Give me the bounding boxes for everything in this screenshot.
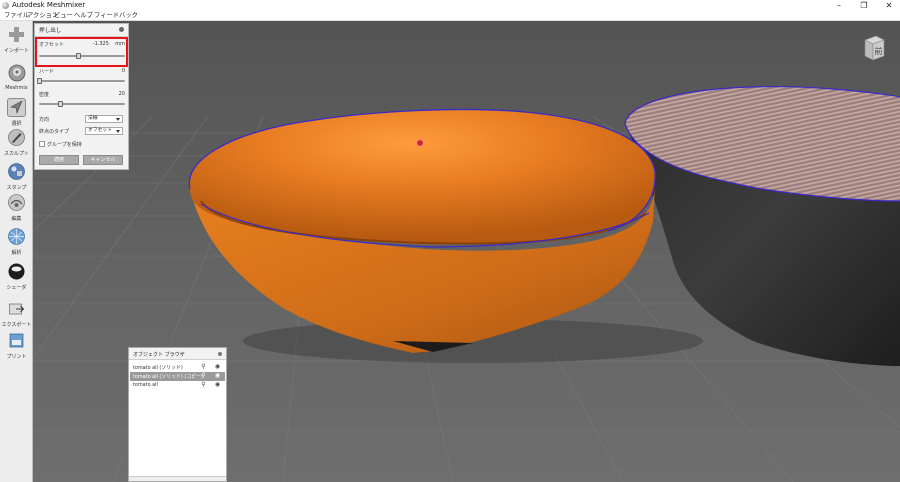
sculpt-brush-icon: [7, 128, 26, 147]
density-label: 密度: [39, 92, 50, 98]
density-row: 密度 20: [39, 91, 125, 101]
tool-select-label: 選択: [11, 121, 22, 127]
harden-slider[interactable]: [37, 78, 125, 84]
object-browser-footer: [129, 476, 226, 481]
main-toolbar: インポート Meshmix 選択 スカルプト スタンプ 編集 解析 シェーダ エ…: [0, 21, 33, 482]
cancel-button[interactable]: キャンセル: [83, 155, 123, 165]
tool-meshmix-label: Meshmix: [5, 85, 28, 91]
object-browser-header: オブジェクト ブラウザ: [129, 348, 226, 360]
density-slider[interactable]: [39, 101, 125, 107]
tool-export[interactable]: エクスポート: [0, 299, 33, 335]
lock-icon[interactable]: ⚲: [200, 364, 207, 370]
menu-bar: ファイル アクション ビュー ヘルプ フィードバック: [0, 11, 900, 21]
preserve-group-label: グループを保持: [47, 142, 82, 148]
import-plus-icon: [7, 25, 26, 44]
analysis-icon: [7, 227, 26, 246]
select-cursor-icon: [7, 98, 26, 117]
view-cube-face-label: 前: [875, 46, 883, 56]
visibility-eye-icon[interactable]: ◉: [214, 364, 221, 370]
tool-export-label: エクスポート: [1, 322, 32, 328]
close-panel-icon[interactable]: [119, 27, 124, 32]
direction-dropdown[interactable]: 法線: [85, 115, 123, 123]
object-browser: オブジェクト ブラウザ tomato all (ソリッド) ⚲ ◉ tomato…: [128, 347, 227, 482]
object-name: tomato all (ソリッド) (コピー): [133, 374, 203, 380]
view-cube[interactable]: 前: [862, 34, 886, 62]
lock-icon[interactable]: ⚲: [200, 382, 207, 388]
preserve-group-row: グループを保持: [47, 141, 117, 151]
export-icon: [7, 299, 26, 318]
tool-shader[interactable]: シェーダ: [0, 262, 33, 298]
maximize-button[interactable]: ❐: [853, 0, 875, 11]
tool-sculpt-label: スカルプト: [3, 151, 29, 157]
chevron-down-icon: [116, 118, 120, 121]
minimize-button[interactable]: –: [828, 0, 850, 11]
apply-button[interactable]: 適用: [39, 155, 79, 165]
extrude-panel-title: 押し出し: [39, 28, 62, 34]
tool-meshmix[interactable]: Meshmix: [0, 63, 33, 99]
brush-cursor: [416, 139, 424, 147]
tool-analysis[interactable]: 解析: [0, 227, 33, 263]
harden-label: ハード: [39, 69, 55, 75]
density-value[interactable]: 20: [119, 91, 125, 97]
tool-shader-label: シェーダ: [6, 285, 27, 291]
visibility-eye-icon[interactable]: ◉: [214, 382, 221, 388]
object-name: tomato all: [133, 382, 158, 388]
object-row[interactable]: tomato all (ソリッド) ⚲ ◉: [130, 363, 225, 372]
offset-highlight-box: [35, 37, 128, 67]
app-logo-icon: [2, 2, 9, 9]
window-title: Autodesk Meshmixer: [12, 1, 86, 9]
harden-value[interactable]: 0: [122, 68, 125, 74]
visibility-eye-icon[interactable]: ◉: [214, 373, 221, 379]
meshmix-sphere-icon: [7, 63, 26, 82]
stamp-icon: [7, 162, 26, 181]
tool-print-label: プリント: [6, 354, 27, 360]
close-browser-icon[interactable]: [218, 352, 222, 356]
object-browser-title: オブジェクト ブラウザ: [133, 352, 185, 358]
shader-icon: [7, 262, 26, 281]
object-name: tomato all (ソリッド): [133, 365, 183, 371]
end-type-dropdown[interactable]: オフセット: [85, 127, 123, 135]
tool-edit[interactable]: 編集: [0, 193, 33, 229]
title-bar: Autodesk Meshmixer – ❐ ✕: [0, 0, 900, 11]
tool-import-label: インポート: [3, 48, 29, 54]
menu-file[interactable]: ファイル: [4, 11, 29, 21]
density-slider-handle[interactable]: [57, 101, 63, 107]
menu-feedback[interactable]: フィードバック: [94, 11, 138, 21]
tool-import[interactable]: インポート: [0, 25, 33, 61]
harden-slider-handle[interactable]: [37, 78, 42, 84]
print-icon: [7, 331, 26, 350]
tool-edit-label: 編集: [11, 216, 22, 222]
menu-view[interactable]: ビュー: [54, 11, 73, 21]
close-button[interactable]: ✕: [878, 0, 900, 11]
direction-label: 方向: [39, 117, 50, 123]
lock-icon[interactable]: ⚲: [200, 373, 207, 379]
extrude-panel-header: 押し出し: [35, 24, 128, 37]
tool-stamp-label: スタンプ: [6, 185, 27, 191]
tool-analysis-label: 解析: [11, 250, 22, 256]
edit-icon: [7, 193, 26, 212]
chevron-down-icon: [116, 130, 120, 133]
object-row[interactable]: tomato all ⚲ ◉: [130, 381, 225, 390]
tool-print[interactable]: プリント: [0, 331, 33, 367]
end-type-label: 終点のタイプ: [39, 129, 70, 135]
menu-help[interactable]: ヘルプ: [74, 11, 93, 21]
object-row-selected[interactable]: tomato all (ソリッド) (コピー) ⚲ ◉: [130, 372, 225, 381]
preserve-group-checkbox[interactable]: [39, 141, 45, 147]
tool-sculpt[interactable]: スカルプト: [0, 128, 33, 164]
harden-row: ハード 0: [39, 68, 125, 78]
